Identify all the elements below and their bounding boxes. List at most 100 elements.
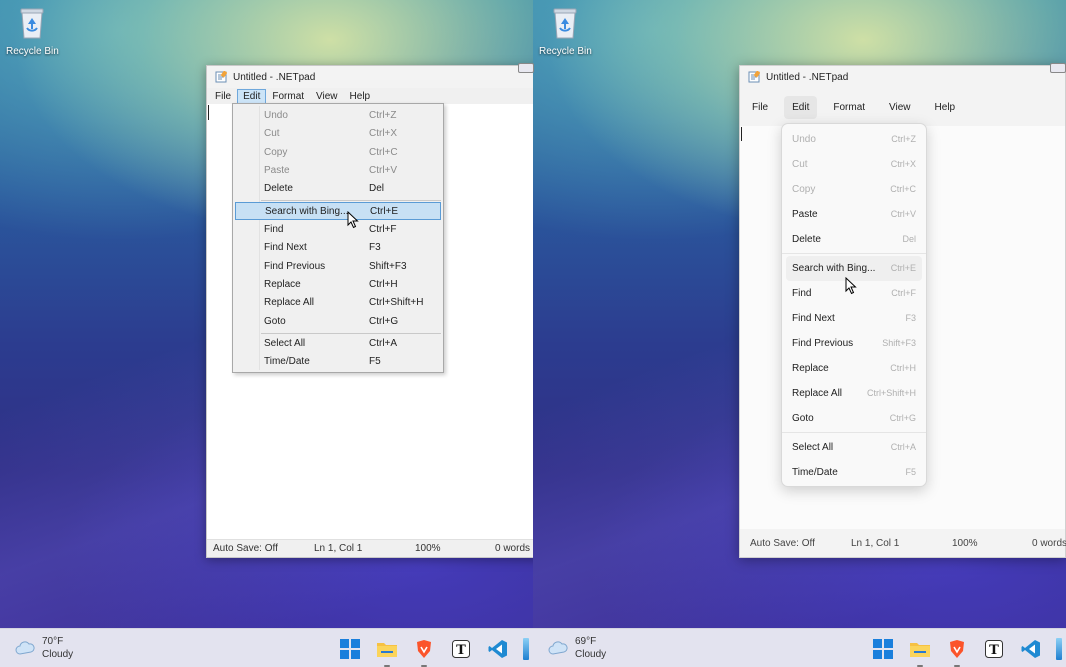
typora-icon: T — [985, 640, 1003, 658]
weather-condition: Cloudy — [575, 649, 607, 660]
menu-item-time-date[interactable]: Time/Date F5 — [786, 460, 922, 485]
menu-bar: File Edit Format View Help — [207, 88, 545, 104]
text-caret — [741, 127, 742, 141]
menu-format[interactable]: Format — [266, 89, 310, 104]
menu-separator — [261, 200, 441, 201]
menu-edit[interactable]: Edit — [784, 95, 818, 119]
menu-item-time-date[interactable]: Time/Date F5 — [235, 353, 441, 371]
windows-start-icon — [873, 639, 893, 659]
recycle-bin-label: Recycle Bin — [6, 46, 59, 57]
menu-item-find-next[interactable]: Find Next F3 — [786, 306, 922, 331]
menu-item-find[interactable]: Find Ctrl+F — [235, 221, 441, 239]
weather-widget[interactable]: 69°F Cloudy — [547, 635, 606, 661]
typora-button[interactable]: T — [449, 637, 473, 661]
menu-view[interactable]: View — [881, 96, 919, 119]
menu-format[interactable]: Format — [825, 96, 873, 119]
vscode-icon — [1021, 640, 1040, 658]
zoom-level: 100% — [415, 543, 441, 554]
notepad-app-icon — [215, 71, 227, 83]
menu-item-select-all[interactable]: Select All Ctrl+A — [786, 435, 922, 460]
menu-item-goto[interactable]: Goto Ctrl+G — [786, 406, 922, 431]
title-bar[interactable]: Untitled - .NETpad — [207, 66, 545, 88]
weather-temp: 70°F — [42, 636, 64, 647]
menu-item-replace[interactable]: Replace Ctrl+H — [235, 276, 441, 294]
autosave-status[interactable]: Auto Save: Off — [750, 538, 815, 549]
vscode-button[interactable] — [486, 637, 510, 661]
mouse-pointer-icon — [347, 211, 359, 229]
file-explorer-button[interactable] — [375, 637, 399, 667]
menu-separator — [782, 253, 926, 254]
taskbar-apps: T — [338, 637, 529, 667]
weather-widget[interactable]: 70°F Cloudy — [14, 635, 73, 661]
menu-help[interactable]: Help — [344, 89, 377, 104]
menu-item-cut[interactable]: Cut Ctrl+X — [786, 152, 922, 177]
menu-item-find-next[interactable]: Find Next F3 — [235, 239, 441, 257]
menu-file[interactable]: File — [209, 89, 237, 104]
cloud-icon — [548, 641, 568, 655]
word-count: 0 words — [495, 543, 531, 554]
taskbar: 70°F Cloudy T — [0, 628, 533, 667]
window-title: Untitled - .NETpad — [233, 71, 316, 83]
taskbar-apps: T — [871, 637, 1062, 667]
typora-icon: T — [452, 640, 470, 658]
menu-item-select-all[interactable]: Select All Ctrl+A — [235, 335, 441, 353]
menu-item-find-previous[interactable]: Find Previous Shift+F3 — [786, 331, 922, 356]
menu-item-replace[interactable]: Replace Ctrl+H — [786, 356, 922, 381]
recycle-bin-shortcut[interactable]: Recycle Bin — [539, 6, 592, 57]
start-button[interactable] — [871, 637, 895, 661]
title-bar[interactable]: Untitled - .NETpad — [740, 66, 1065, 88]
menu-file[interactable]: File — [744, 96, 776, 119]
file-explorer-icon — [910, 643, 930, 657]
weather-temp: 69°F — [575, 636, 597, 647]
zoom-level: 100% — [952, 538, 978, 549]
menu-item-cut[interactable]: Cut Ctrl+X — [235, 125, 441, 143]
start-button[interactable] — [338, 637, 362, 661]
vscode-button[interactable] — [1019, 637, 1043, 661]
window-edge-button[interactable] — [518, 63, 534, 73]
brave-browser-button[interactable] — [945, 637, 969, 667]
file-explorer-button[interactable] — [908, 637, 932, 667]
autosave-status[interactable]: Auto Save: Off — [213, 543, 278, 554]
menu-item-replace-all[interactable]: Replace All Ctrl+Shift+H — [235, 294, 441, 312]
menu-item-copy[interactable]: Copy Ctrl+C — [235, 144, 441, 162]
windows-start-icon — [340, 639, 360, 659]
brave-browser-icon — [417, 640, 431, 658]
menu-item-paste[interactable]: Paste Ctrl+V — [786, 202, 922, 227]
recycle-bin-icon — [20, 8, 44, 39]
menu-item-delete[interactable]: Delete Del — [786, 227, 922, 252]
recycle-bin-icon — [553, 8, 577, 39]
recycle-bin-shortcut[interactable]: Recycle Bin — [6, 6, 59, 57]
vscode-icon — [488, 640, 507, 658]
brave-browser-icon — [950, 640, 964, 658]
menu-item-copy[interactable]: Copy Ctrl+C — [786, 177, 922, 202]
menu-view[interactable]: View — [310, 89, 344, 104]
menu-item-search-bing[interactable]: Search with Bing... Ctrl+E — [235, 202, 441, 220]
overflow-app-icon[interactable] — [523, 638, 529, 660]
cloud-icon — [15, 641, 35, 655]
svg-text:T: T — [989, 643, 999, 658]
typora-button[interactable]: T — [982, 637, 1006, 661]
file-explorer-icon — [377, 643, 397, 657]
menu-item-replace-all[interactable]: Replace All Ctrl+Shift+H — [786, 381, 922, 406]
svg-text:T: T — [456, 643, 466, 658]
menu-item-delete[interactable]: Delete Del — [235, 180, 441, 198]
menu-item-find-previous[interactable]: Find Previous Shift+F3 — [235, 258, 441, 276]
overflow-app-icon[interactable] — [1056, 638, 1062, 660]
taskbar: 69°F Cloudy T — [533, 628, 1066, 667]
status-bar: Auto Save: Off Ln 1, Col 1 100% 0 words — [740, 529, 1066, 557]
cursor-position: Ln 1, Col 1 — [851, 538, 900, 549]
menu-help[interactable]: Help — [927, 96, 964, 119]
cursor-position: Ln 1, Col 1 — [314, 543, 363, 554]
menu-item-undo[interactable]: Undo Ctrl+Z — [786, 127, 922, 152]
mouse-pointer-icon — [845, 277, 857, 295]
menu-bar: File Edit Format View Help — [740, 88, 1065, 126]
menu-item-paste[interactable]: Paste Ctrl+V — [235, 162, 441, 180]
menu-item-undo[interactable]: Undo Ctrl+Z — [235, 107, 441, 125]
status-bar: Auto Save: Off Ln 1, Col 1 100% 0 words — [207, 539, 545, 557]
menu-edit[interactable]: Edit — [237, 88, 267, 104]
brave-browser-button[interactable] — [412, 637, 436, 667]
menu-item-goto[interactable]: Goto Ctrl+G — [235, 313, 441, 331]
window-edge-button[interactable] — [1050, 63, 1066, 73]
menu-separator — [782, 432, 926, 433]
menu-separator — [261, 333, 441, 334]
